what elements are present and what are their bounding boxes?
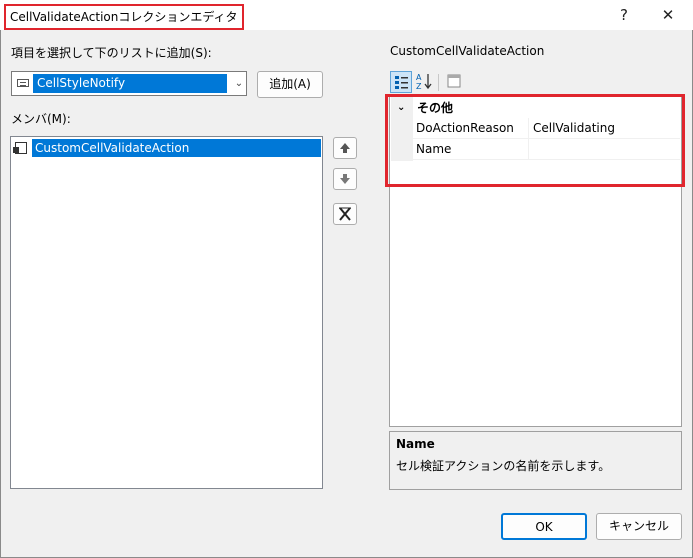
add-button[interactable]: 追加(A)	[257, 71, 323, 98]
svg-text:A: A	[416, 73, 422, 82]
description-panel: Name セル検証アクションの名前を示します。	[389, 431, 682, 490]
help-button[interactable]: ?	[602, 0, 646, 30]
toolbar-separator	[438, 74, 439, 91]
description-text: セル検証アクションの名前を示します。	[396, 459, 611, 473]
remove-icon	[339, 207, 351, 221]
object-title: CustomCellValidateAction	[390, 44, 545, 58]
cancel-button[interactable]: キャンセル	[596, 513, 682, 540]
remove-button[interactable]	[333, 203, 357, 225]
ok-button[interactable]: OK	[501, 513, 587, 540]
arrow-up-icon	[340, 143, 350, 153]
move-down-button[interactable]	[333, 168, 357, 190]
combo-selected-value: CellStyleNotify	[33, 74, 227, 93]
categorized-button[interactable]	[390, 71, 412, 93]
arrow-down-icon	[340, 174, 350, 184]
close-button[interactable]: ✕	[646, 0, 690, 30]
property-grid-toolbar: A Z	[389, 71, 682, 95]
property-pages-button[interactable]	[443, 71, 465, 93]
sort-alphabetical-icon: A Z	[416, 73, 432, 91]
property-pages-icon	[447, 74, 461, 88]
members-listbox[interactable]: CustomCellValidateAction	[10, 136, 323, 489]
members-label: メンバ(M):	[11, 112, 71, 126]
keyboard-icon	[17, 79, 29, 87]
select-item-label: 項目を選択して下のリストに追加(S):	[11, 46, 212, 60]
list-item-label: CustomCellValidateAction	[32, 139, 321, 157]
categorized-icon	[395, 76, 408, 89]
item-type-combobox[interactable]: CellStyleNotify ⌄	[11, 71, 247, 96]
chevron-down-icon[interactable]: ⌄	[232, 75, 246, 93]
move-up-button[interactable]	[333, 137, 357, 159]
list-item[interactable]: CustomCellValidateAction	[11, 139, 322, 157]
component-icon	[13, 142, 27, 154]
window-title: CellValidateActionコレクションエディタ	[4, 4, 244, 30]
title-bar: CellValidateActionコレクションエディタ ? ✕	[0, 0, 693, 30]
highlight-box	[385, 94, 685, 187]
svg-text:Z: Z	[416, 82, 422, 91]
alphabetical-button[interactable]: A Z	[413, 71, 435, 93]
description-title: Name	[396, 437, 435, 451]
